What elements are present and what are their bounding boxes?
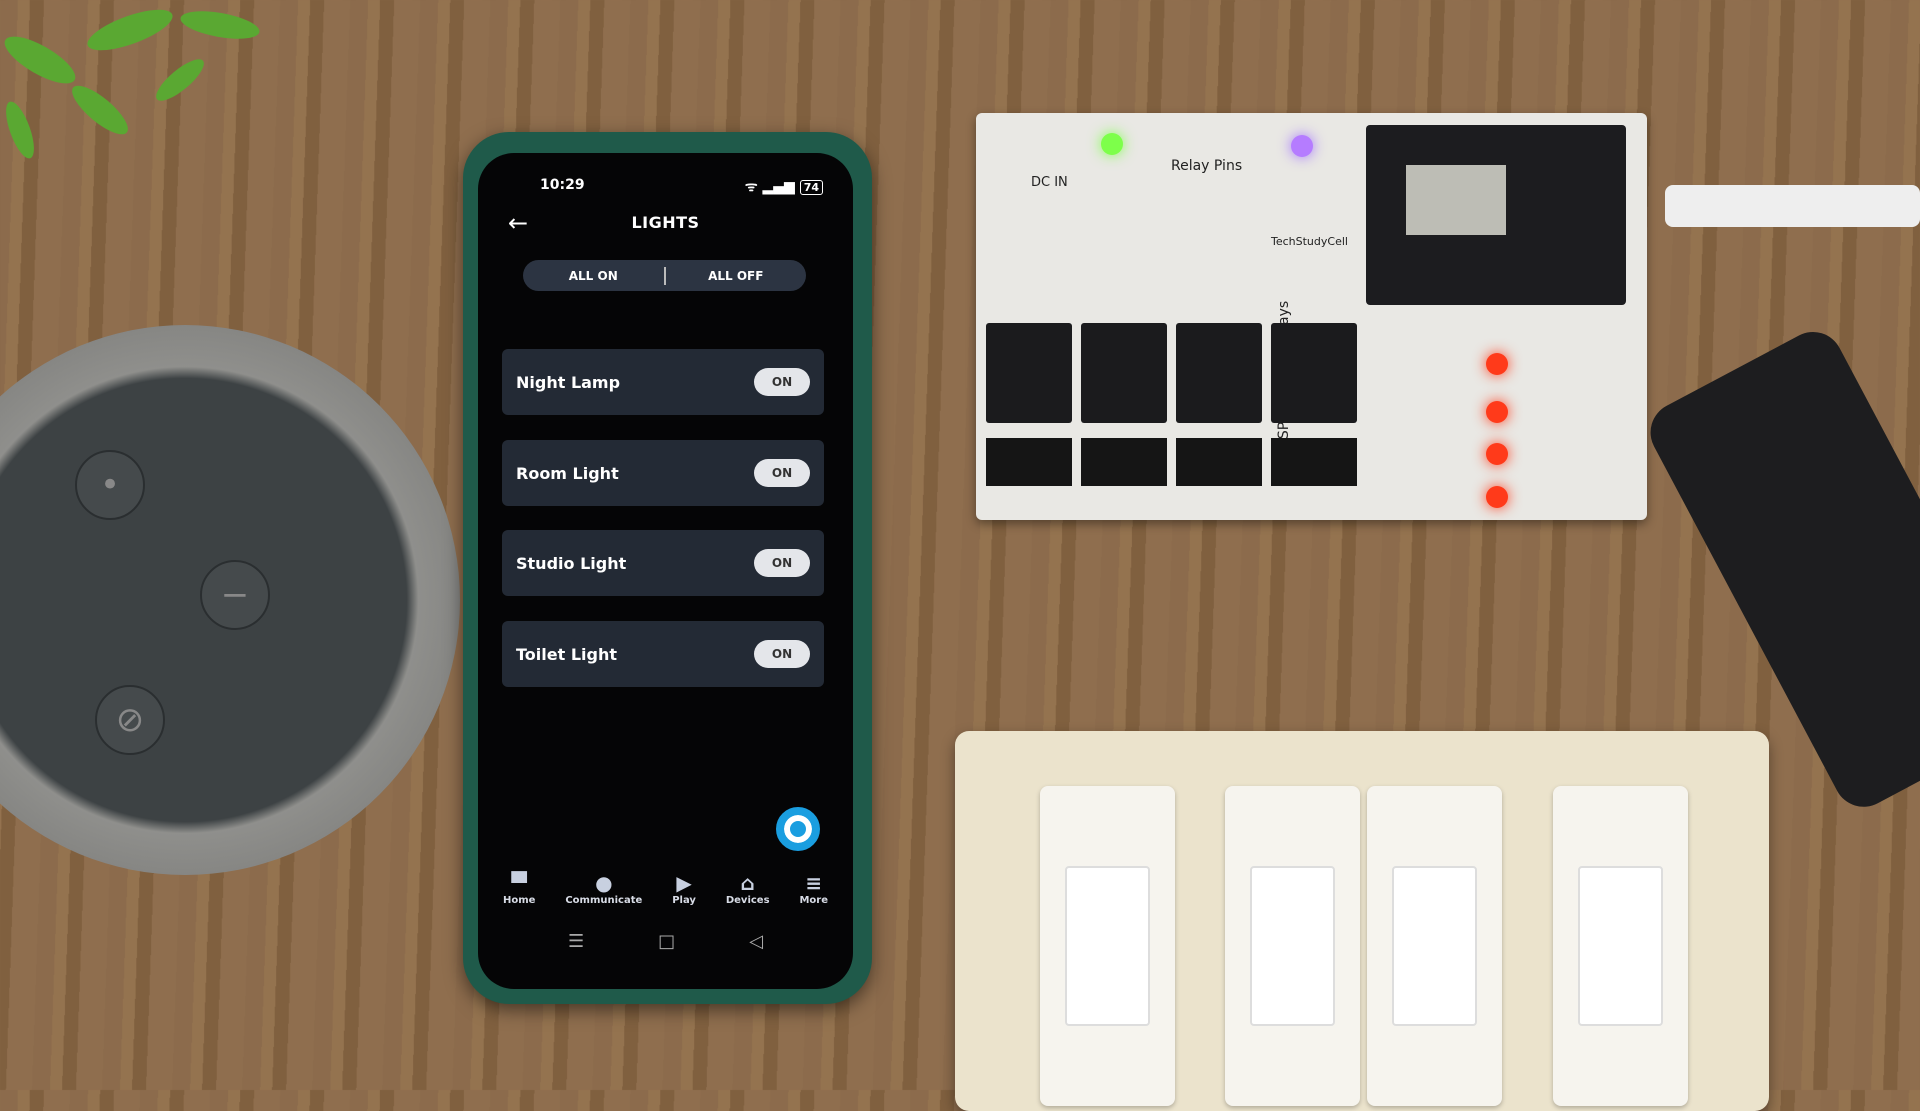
- volume-down-button: −: [200, 560, 270, 630]
- mic-off-button: ⊘: [95, 685, 165, 755]
- bottom-tab-bar: ▀ Home ● Communicate ▶ Play ⌂ Devices ≡ More: [488, 871, 843, 906]
- tab-devices[interactable]: ⌂ Devices: [726, 871, 770, 906]
- alexa-app-screen: 10:29 ᯤ ▂▄▆ 74 ← LIGHTS ALL ON ALL OFF N…: [478, 153, 853, 989]
- device-card[interactable]: Night Lamp ON: [502, 349, 824, 415]
- pcb-label: TechStudyCell: [1271, 235, 1348, 248]
- device-card[interactable]: Toilet Light ON: [502, 621, 824, 687]
- page-title: LIGHTS: [631, 213, 700, 232]
- status-bar: 10:29 ᯤ ▂▄▆ 74: [540, 177, 823, 196]
- tab-label: Communicate: [565, 895, 643, 906]
- tab-play[interactable]: ▶ Play: [672, 871, 696, 906]
- pcb-label: DC IN: [1031, 175, 1068, 190]
- all-on-button[interactable]: ALL ON: [523, 269, 664, 283]
- tab-label: Play: [672, 895, 696, 906]
- pcb-label: Relay Pins: [1171, 158, 1243, 174]
- signal-icon: ᯤ ▂▄▆: [744, 179, 800, 195]
- device-card[interactable]: Room Light ON: [502, 440, 824, 506]
- home-button[interactable]: □: [658, 931, 675, 952]
- device-card[interactable]: Studio Light ON: [502, 530, 824, 596]
- status-time: 10:29: [540, 177, 585, 193]
- tab-label: More: [799, 895, 829, 906]
- battery-indicator: ᯤ ▂▄▆ 74: [745, 177, 823, 196]
- tab-home[interactable]: ▀ Home: [503, 871, 535, 906]
- device-name: Room Light: [516, 463, 619, 483]
- tab-more[interactable]: ≡ More: [799, 871, 828, 906]
- power-toggle[interactable]: ON: [754, 368, 810, 396]
- power-toggle[interactable]: ON: [754, 459, 810, 487]
- system-nav-bar: ☰ □ ◁: [568, 931, 763, 952]
- device-name: Night Lamp: [516, 372, 621, 392]
- power-toggle[interactable]: ON: [754, 640, 810, 668]
- plant: [4, 9, 260, 159]
- tab-label: Home: [502, 895, 536, 906]
- chat-icon: ●: [595, 871, 613, 895]
- power-toggle[interactable]: ON: [754, 549, 810, 577]
- play-icon: ▶: [676, 871, 692, 895]
- relay-board: DC IN Relay Pins TechStudyCell ESP32 con…: [976, 113, 1647, 520]
- action-button: •: [75, 450, 145, 520]
- battery-level: 74: [799, 180, 823, 195]
- switch-board: [955, 731, 1769, 1111]
- tab-communicate[interactable]: ● Communicate: [565, 871, 642, 906]
- device-name: Toilet Light: [516, 644, 617, 664]
- tab-label: Devices: [725, 895, 770, 906]
- recents-button[interactable]: ☰: [568, 931, 584, 952]
- esp32-module: [1366, 125, 1626, 305]
- usb-cable: [1665, 185, 1920, 227]
- devices-icon: ⌂: [740, 871, 755, 895]
- all-off-button[interactable]: ALL OFF: [666, 269, 807, 283]
- echo-dot-speaker: • − + ⊘: [0, 325, 460, 875]
- alexa-voice-button[interactable]: [776, 807, 820, 851]
- back-button[interactable]: ◁: [749, 931, 763, 952]
- menu-icon: ≡: [805, 871, 823, 895]
- home-icon: ▀: [511, 871, 527, 895]
- device-name: Studio Light: [516, 553, 627, 573]
- group-toggle: ALL ON ALL OFF: [523, 260, 806, 291]
